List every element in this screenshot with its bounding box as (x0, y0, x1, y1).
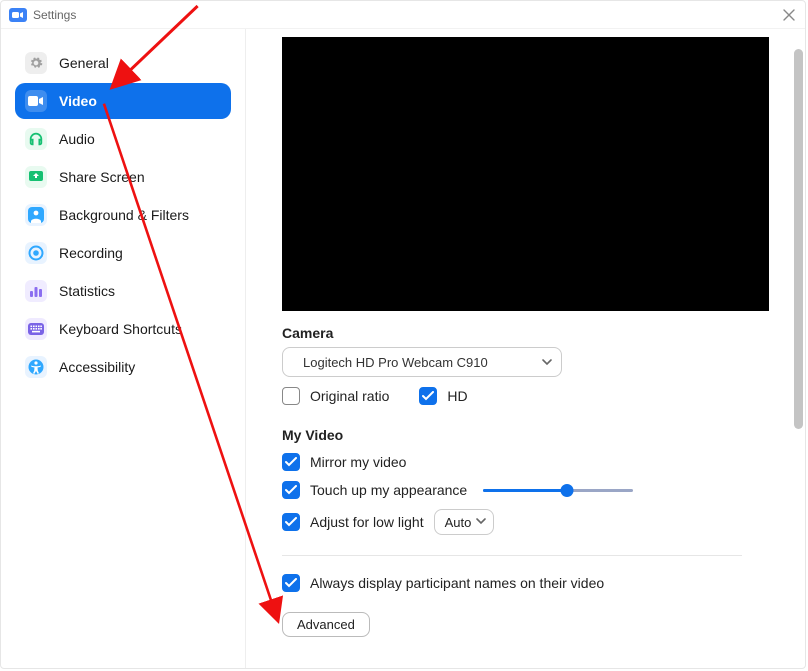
original-ratio-checkbox[interactable] (282, 387, 300, 405)
sidebar-item-label: Share Screen (59, 169, 145, 185)
user-square-icon (25, 204, 47, 226)
mirror-label: Mirror my video (310, 454, 406, 470)
lowlight-mode-select[interactable]: Auto (434, 509, 495, 535)
sidebar-item-statistics[interactable]: Statistics (15, 273, 231, 309)
mirror-checkbox[interactable] (282, 453, 300, 471)
share-screen-icon (25, 166, 47, 188)
sidebar-item-audio[interactable]: Audio (15, 121, 231, 157)
scrollbar-thumb[interactable] (794, 49, 803, 429)
camera-section: Camera Logitech HD Pro Webcam C910 Origi… (282, 325, 765, 405)
sidebar: General Video Audio Share Screen (1, 29, 246, 668)
lowlight-label: Adjust for low light (310, 514, 424, 530)
sidebar-item-label: Audio (59, 131, 95, 147)
camera-select[interactable]: Logitech HD Pro Webcam C910 (282, 347, 562, 377)
close-button[interactable] (781, 7, 797, 23)
slider-knob[interactable] (561, 484, 574, 497)
sidebar-item-recording[interactable]: Recording (15, 235, 231, 271)
original-ratio-label: Original ratio (310, 388, 389, 404)
main-panel: Camera Logitech HD Pro Webcam C910 Origi… (246, 29, 805, 668)
lowlight-mode-value: Auto (445, 515, 472, 530)
participants-section: Always display participant names on thei… (282, 574, 765, 592)
chart-icon (25, 280, 47, 302)
titlebar: Settings (1, 1, 805, 29)
touchup-label: Touch up my appearance (310, 482, 467, 498)
chevron-down-icon (475, 515, 487, 530)
camera-select-value: Logitech HD Pro Webcam C910 (303, 355, 488, 370)
sidebar-item-share-screen[interactable]: Share Screen (15, 159, 231, 195)
sidebar-item-label: Keyboard Shortcuts (59, 321, 182, 337)
sidebar-item-label: Background & Filters (59, 207, 189, 223)
hd-checkbox[interactable] (419, 387, 437, 405)
sidebar-item-label: Statistics (59, 283, 115, 299)
accessibility-icon (25, 356, 47, 378)
keyboard-icon (25, 318, 47, 340)
always-names-label: Always display participant names on thei… (310, 575, 604, 591)
sidebar-item-general[interactable]: General (15, 45, 231, 81)
sidebar-item-label: General (59, 55, 109, 71)
sidebar-item-label: Video (59, 93, 97, 109)
gear-icon (25, 52, 47, 74)
advanced-button-label: Advanced (297, 617, 355, 632)
settings-window: Settings General Video (0, 0, 806, 669)
sidebar-item-background-filters[interactable]: Background & Filters (15, 197, 231, 233)
lowlight-checkbox[interactable] (282, 513, 300, 531)
sidebar-item-accessibility[interactable]: Accessibility (15, 349, 231, 385)
divider (282, 555, 742, 556)
sidebar-item-label: Recording (59, 245, 123, 261)
camera-section-title: Camera (282, 325, 765, 341)
hd-label: HD (447, 388, 467, 404)
myvideo-section-title: My Video (282, 427, 765, 443)
chevron-down-icon (541, 356, 553, 371)
touchup-slider[interactable] (483, 489, 633, 492)
sidebar-item-label: Accessibility (59, 359, 135, 375)
window-title: Settings (33, 8, 76, 22)
camera-options-row: Original ratio HD (282, 387, 765, 405)
slider-fill (483, 489, 567, 492)
video-preview (282, 37, 769, 311)
video-icon (25, 90, 47, 112)
always-names-checkbox[interactable] (282, 574, 300, 592)
scrollbar[interactable] (790, 29, 805, 668)
sidebar-item-video[interactable]: Video (15, 83, 231, 119)
zoom-icon (9, 8, 27, 22)
content: General Video Audio Share Screen (1, 29, 805, 668)
touchup-checkbox[interactable] (282, 481, 300, 499)
sidebar-item-keyboard-shortcuts[interactable]: Keyboard Shortcuts (15, 311, 231, 347)
headphones-icon (25, 128, 47, 150)
myvideo-section: My Video Mirror my video Touch up my app… (282, 427, 765, 535)
advanced-button[interactable]: Advanced (282, 612, 370, 637)
record-icon (25, 242, 47, 264)
